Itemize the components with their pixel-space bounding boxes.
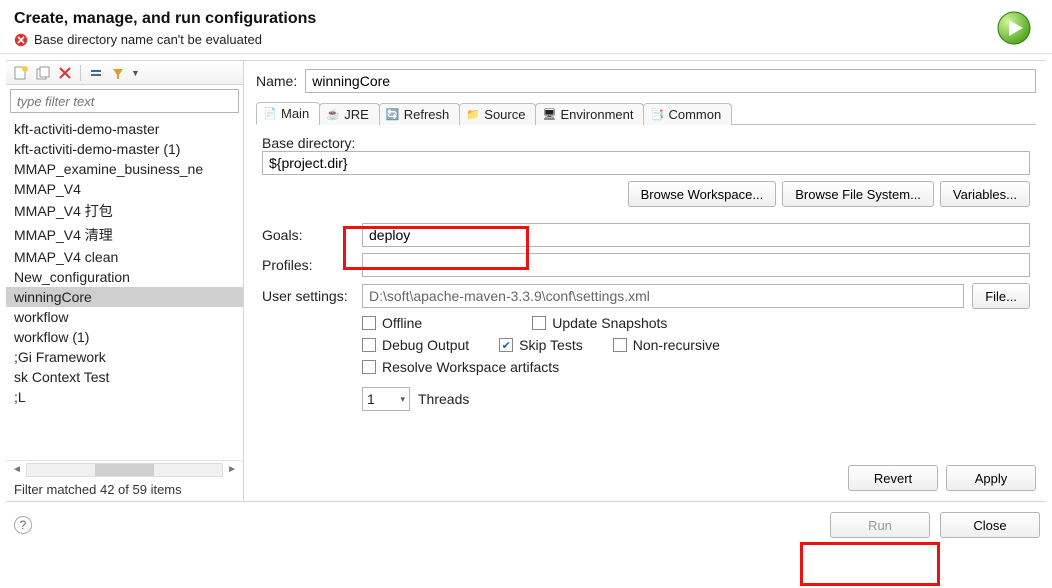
file-button[interactable]: File... [972,283,1030,309]
tree-item[interactable]: ;Gi Framework [6,347,243,367]
tab-icon: 🔄 [386,108,400,122]
page-title: Create, manage, and run configurations [14,10,316,28]
tree-item[interactable]: New_configuration [6,267,243,287]
scroll-right-icon[interactable]: ► [227,464,237,475]
error-icon [14,33,28,47]
tree-item[interactable]: sk Context Test [6,367,243,387]
close-button[interactable]: Close [940,512,1040,538]
revert-button[interactable]: Revert [848,465,938,491]
skip-tests-checkbox[interactable]: ✔Skip Tests [499,337,583,353]
tab-label: Main [281,106,309,121]
tree-item[interactable]: MMAP_V4 清理 [6,223,243,247]
apply-button[interactable]: Apply [946,465,1036,491]
configuration-form: Name: 📄 Main ☕ JRE 🔄 Refresh 📁 Source 🖥 Environme… [244,61,1046,501]
offline-checkbox[interactable]: Offline [362,315,422,331]
tree-item[interactable]: winningCore [6,287,243,307]
collapse-all-icon[interactable] [87,64,105,82]
tab-source[interactable]: 📁 Source [459,103,536,125]
debug-output-checkbox[interactable]: Debug Output [362,337,469,353]
tab-icon: ☕ [326,108,340,122]
user-settings-label: User settings: [262,288,354,304]
chevron-down-icon[interactable]: ▼ [131,68,140,78]
tree-toolbar: ▼ [6,61,243,85]
tree-item[interactable]: ;L [6,387,243,407]
tree-item[interactable]: MMAP_V4 clean [6,247,243,267]
horizontal-scrollbar[interactable]: ◄ ► [6,460,243,478]
tree-item[interactable]: MMAP_V4 [6,179,243,199]
threads-spinner[interactable]: 1▾ [362,387,410,411]
tab-label: Environment [560,107,633,122]
filter-status: Filter matched 42 of 59 items [6,478,243,501]
tree-item[interactable]: MMAP_V4 打包 [6,199,243,223]
error-message: Base directory name can't be evaluated [14,32,316,47]
tab-common[interactable]: 📑 Common [643,103,732,125]
scroll-left-icon[interactable]: ◄ [12,464,22,475]
run-button[interactable]: Run [830,512,930,538]
tab-icon: 📑 [650,108,664,122]
tab-icon: 📄 [263,107,277,121]
browse-workspace-button[interactable]: Browse Workspace... [628,181,777,207]
profiles-label: Profiles: [262,257,354,273]
goals-label: Goals: [262,227,354,243]
tab-icon: 📁 [466,108,480,122]
goals-input[interactable] [362,223,1030,247]
tree-item[interactable]: workflow [6,307,243,327]
tree-item[interactable]: workflow (1) [6,327,243,347]
configuration-tree[interactable]: kft-activiti-demo-masterkft-activiti-dem… [6,117,243,460]
tab-jre[interactable]: ☕ JRE [319,103,380,125]
tab-label: JRE [344,107,369,122]
tab-label: Refresh [404,107,450,122]
base-directory-label: Base directory: [262,135,355,151]
tab-environment[interactable]: 🖥 Environment [535,103,644,125]
profiles-input[interactable] [362,253,1030,277]
duplicate-config-icon[interactable] [34,64,52,82]
help-icon[interactable]: ? [14,516,32,534]
variables-button[interactable]: Variables... [940,181,1030,207]
configurations-tree-pane: ▼ kft-activiti-demo-masterkft-activiti-d… [6,61,244,501]
threads-label: Threads [418,391,469,407]
delete-config-icon[interactable] [56,64,74,82]
filter-dropdown-icon[interactable] [109,64,127,82]
tab-main-content: Base directory: Browse Workspace... Brow… [256,125,1036,461]
tab-icon: 🖥 [542,108,556,122]
tab-main[interactable]: 📄 Main [256,102,320,125]
tree-item[interactable]: MMAP_examine_business_ne [6,159,243,179]
highlight-run [800,542,940,586]
non-recursive-checkbox[interactable]: Non-recursive [613,337,720,353]
tab-refresh[interactable]: 🔄 Refresh [379,103,461,125]
tab-label: Common [668,107,721,122]
user-settings-input[interactable] [362,284,964,308]
browse-filesystem-button[interactable]: Browse File System... [782,181,934,207]
tree-item[interactable]: kft-activiti-demo-master (1) [6,139,243,159]
base-directory-input[interactable] [262,151,1030,175]
name-input[interactable] [305,69,1036,93]
name-label: Name: [256,73,297,89]
tab-bar: 📄 Main ☕ JRE 🔄 Refresh 📁 Source 🖥 Environment 📑 Com… [256,99,1036,125]
new-config-icon[interactable] [12,64,30,82]
update-snapshots-checkbox[interactable]: Update Snapshots [532,315,667,331]
filter-input[interactable] [10,89,239,113]
tab-label: Source [484,107,525,122]
resolve-workspace-checkbox[interactable]: Resolve Workspace artifacts [362,359,559,375]
run-large-icon [996,10,1032,46]
error-text: Base directory name can't be evaluated [34,32,262,47]
tree-item[interactable]: kft-activiti-demo-master [6,119,243,139]
